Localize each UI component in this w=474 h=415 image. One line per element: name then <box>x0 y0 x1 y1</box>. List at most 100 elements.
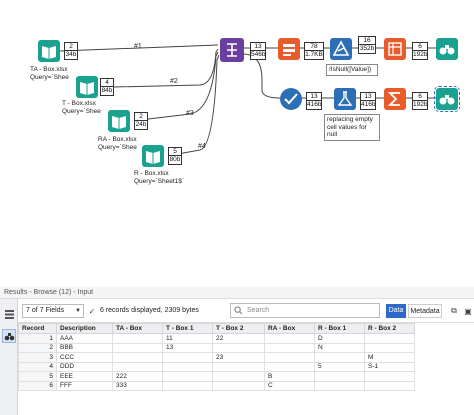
input-tool-2[interactable] <box>76 76 98 98</box>
table-cell[interactable] <box>314 352 365 363</box>
summarize-tool[interactable] <box>384 88 406 110</box>
crosstab-tool[interactable] <box>384 38 406 60</box>
column-header[interactable]: T - Box 1 <box>162 323 213 334</box>
table-cell[interactable] <box>314 380 365 391</box>
multi-field-badge: 13 416b <box>306 92 322 110</box>
table-cell[interactable]: B <box>264 371 315 382</box>
table-cell[interactable]: 13 <box>162 342 213 353</box>
table-row[interactable]: 1 AAA 11 22 D <box>18 333 415 344</box>
column-header[interactable]: Description <box>56 323 113 334</box>
binoculars-icon <box>439 45 455 55</box>
union-icon <box>227 43 237 57</box>
book-icon <box>146 151 160 164</box>
table-cell[interactable]: BBB <box>56 342 113 353</box>
input-tool-1[interactable] <box>38 40 60 62</box>
table-cell[interactable]: FFF <box>56 380 113 391</box>
table-cell[interactable]: N <box>314 342 365 353</box>
browse-tool-top[interactable] <box>436 38 458 60</box>
table-cell[interactable] <box>162 380 213 391</box>
tab-data[interactable]: Data <box>386 304 406 318</box>
table-cell[interactable] <box>162 352 213 363</box>
table-cell[interactable]: 222 <box>112 371 163 382</box>
multi-field-tool[interactable] <box>280 88 302 110</box>
table-cell[interactable]: C <box>264 380 315 391</box>
record-number-cell[interactable]: 3 <box>18 352 57 363</box>
column-header[interactable]: T - Box 2 <box>212 323 265 334</box>
table-cell[interactable] <box>264 352 315 363</box>
table-cell[interactable] <box>212 380 265 391</box>
table-cell[interactable] <box>364 333 415 344</box>
table-cell[interactable]: 5 <box>314 361 365 372</box>
fields-dropdown[interactable]: 7 of 7 Fields ▼ <box>22 304 84 318</box>
table-row[interactable]: 5 EEE 222 B <box>18 371 415 382</box>
table-cell[interactable] <box>212 371 265 382</box>
save-icon[interactable]: ▣ <box>460 304 474 318</box>
table-cell[interactable]: 22 <box>212 333 265 344</box>
record-number-cell[interactable]: 1 <box>18 333 57 344</box>
check-icon[interactable]: ✓ <box>84 304 100 318</box>
table-cell[interactable] <box>112 352 163 363</box>
table-cell[interactable] <box>264 361 315 372</box>
workflow-canvas[interactable]: 2 34b #1 TA - Box.xlsx Query=`Shee 4 84b #… <box>0 0 474 270</box>
union-badge: 13 546b <box>250 42 266 60</box>
table-cell[interactable] <box>264 333 315 344</box>
table-row[interactable]: 4 DDD 5 S-1 <box>18 361 415 372</box>
browse-tool-bottom[interactable] <box>434 86 460 112</box>
column-header[interactable]: R - Box 1 <box>314 323 365 334</box>
table-cell[interactable]: CCC <box>56 352 113 363</box>
table-cell[interactable] <box>364 380 415 391</box>
input-tool-3[interactable] <box>108 110 130 132</box>
table-cell[interactable] <box>212 342 265 353</box>
table-cell[interactable] <box>112 361 163 372</box>
search-icon <box>234 306 243 315</box>
table-cell[interactable]: 23 <box>212 352 265 363</box>
union-tool[interactable] <box>220 38 244 62</box>
column-header[interactable]: R - Box 2 <box>364 323 415 334</box>
table-cell[interactable] <box>112 342 163 353</box>
table-row[interactable]: 2 BBB 13 N <box>18 342 415 353</box>
table-row[interactable]: 3 CCC 23 M <box>18 352 415 363</box>
record-number-cell[interactable]: 5 <box>18 371 57 382</box>
column-header[interactable]: Record <box>18 323 57 334</box>
table-cell[interactable]: 333 <box>112 380 163 391</box>
filter-icon <box>332 40 350 56</box>
input-3-annotation: T - Box.xlsx Query=`Shee <box>62 100 101 115</box>
input-tool-4[interactable] <box>142 145 164 167</box>
input-4-annotation: RA - Box.xlsx Query=`Shee <box>98 136 137 151</box>
table-cell[interactable] <box>162 371 213 382</box>
table-cell[interactable]: D <box>314 333 365 344</box>
record-number-cell[interactable]: 2 <box>18 342 57 353</box>
record-number-cell[interactable]: 6 <box>18 380 57 391</box>
filter-tool[interactable] <box>330 38 352 60</box>
transpose-tool[interactable] <box>278 38 300 60</box>
table-cell[interactable] <box>364 342 415 353</box>
table-cell[interactable] <box>212 361 265 372</box>
table-cell[interactable] <box>364 371 415 382</box>
table-cell[interactable]: M <box>364 352 415 363</box>
sigma-icon <box>387 92 400 106</box>
table-cell[interactable]: S-1 <box>364 361 415 372</box>
table-cell[interactable] <box>112 333 163 344</box>
table-row[interactable]: 6 FFF 333 C <box>18 380 415 391</box>
browse-view-button[interactable] <box>2 329 16 343</box>
table-cell[interactable] <box>314 371 365 382</box>
results-panel: Results - Browse (12) - Input 7 of 7 Fie… <box>0 287 474 415</box>
table-cell[interactable] <box>162 361 213 372</box>
column-header[interactable]: TA - Box <box>112 323 163 334</box>
formula-tool[interactable] <box>334 88 356 110</box>
table-cell[interactable]: DDD <box>56 361 113 372</box>
table-cell[interactable]: 11 <box>162 333 213 344</box>
table-icon <box>4 309 14 319</box>
search-input[interactable]: Search <box>230 303 380 318</box>
record-number-cell[interactable]: 4 <box>18 361 57 372</box>
table-cell[interactable]: AAA <box>56 333 113 344</box>
column-header[interactable]: RA - Box <box>264 323 315 334</box>
table-header-row: Record Description TA - Box T - Box 1 T … <box>18 323 415 334</box>
table-view-button[interactable] <box>2 307 16 321</box>
book-icon <box>80 82 94 95</box>
chevron-down-icon: ▼ <box>75 308 81 314</box>
table-cell[interactable]: EEE <box>56 371 113 382</box>
tab-metadata[interactable]: Metadata <box>408 304 442 318</box>
results-toolbar: 7 of 7 Fields ▼ ✓ 6 records displayed, 2… <box>18 299 474 323</box>
table-cell[interactable] <box>264 342 315 353</box>
